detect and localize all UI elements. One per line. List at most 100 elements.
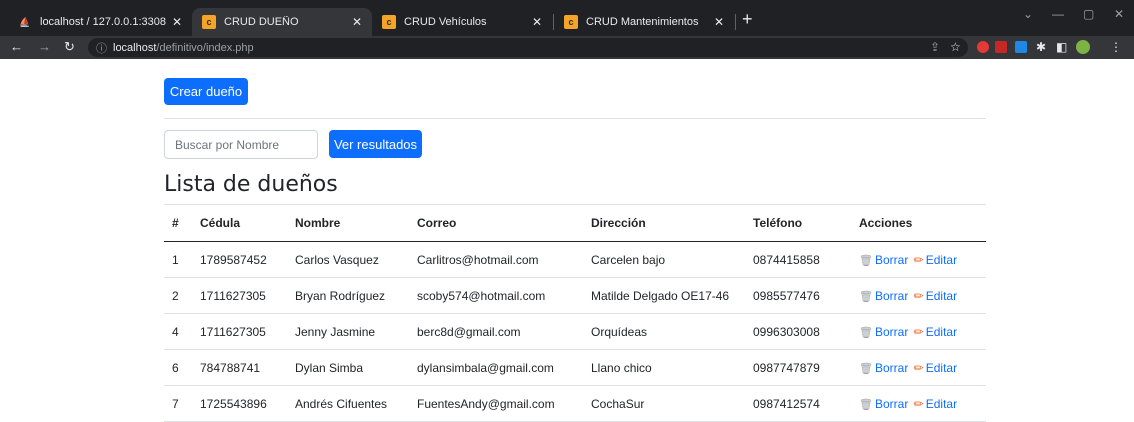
- profile-avatar-icon[interactable]: [1076, 40, 1090, 54]
- delete-label: Borrar: [874, 324, 909, 339]
- address-bar[interactable]: ⓘ localhost/definitivo/index.php: [88, 38, 968, 57]
- extension-red-icon[interactable]: [977, 41, 989, 53]
- cell-cedula: 1725543896: [192, 385, 287, 422]
- delete-link[interactable]: 🗑 Borrar: [859, 361, 908, 375]
- cell-correo: dylansimbala@gmail.com: [409, 349, 583, 386]
- close-window-icon[interactable]: ✕: [1114, 7, 1124, 21]
- edit-link[interactable]: ✏ Editar: [912, 397, 957, 411]
- create-owner-button[interactable]: Crear dueño: [164, 78, 248, 105]
- cell-telefono: 0985577476: [745, 277, 851, 314]
- cell-actions: 🗑 Borrar ✏ Editar: [851, 277, 986, 314]
- extension-blue-icon[interactable]: [1015, 41, 1027, 53]
- cell-cedula: 784788741: [192, 349, 287, 386]
- cell-direccion: Orquídeas: [583, 313, 745, 350]
- cell-direccion: CochaSur: [583, 385, 745, 422]
- divider: [164, 118, 986, 119]
- cell-number: 7: [164, 385, 192, 422]
- cell-telefono: 0987412574: [745, 385, 851, 422]
- page-title: Lista de dueños: [164, 172, 338, 197]
- edit-label: Editar: [925, 396, 958, 411]
- cell-cedula: 1711627305: [192, 277, 287, 314]
- table-row: 4 1711627305 Jenny Jasmine berc8d@gmail.…: [164, 313, 986, 350]
- bookmark-star-icon[interactable]: ☆: [950, 39, 961, 55]
- cell-correo: berc8d@gmail.com: [409, 313, 583, 350]
- header-telefono: Teléfono: [745, 204, 851, 242]
- pencil-icon: ✏: [913, 324, 924, 339]
- header-nombre: Nombre: [287, 204, 409, 242]
- url-host: localhost: [113, 41, 157, 54]
- extension-todoist-icon[interactable]: [995, 41, 1007, 53]
- cell-telefono: 0874415858: [745, 241, 851, 278]
- cell-actions: 🗑 Borrar ✏ Editar: [851, 385, 986, 422]
- tab-title: CRUD DUEÑO: [224, 16, 299, 28]
- table-row: 6 784788741 Dylan Simba dylansimbala@gma…: [164, 349, 986, 386]
- tab-crud-dueno[interactable]: c CRUD DUEÑO ✕: [192, 8, 372, 36]
- delete-link[interactable]: 🗑 Borrar: [859, 289, 908, 303]
- table-header-row: # Cédula Nombre Correo Dirección Teléfon…: [164, 204, 986, 242]
- maximize-icon[interactable]: ▢: [1083, 7, 1094, 21]
- cell-number: 4: [164, 313, 192, 350]
- info-icon[interactable]: ⓘ: [96, 40, 107, 56]
- delete-label: Borrar: [874, 396, 909, 411]
- delete-link[interactable]: 🗑 Borrar: [859, 253, 908, 267]
- edit-link[interactable]: ✏ Editar: [912, 361, 957, 375]
- edit-link[interactable]: ✏ Editar: [912, 289, 957, 303]
- crud-icon: c: [564, 15, 578, 29]
- header-direccion: Dirección: [583, 204, 745, 242]
- cell-nombre: Bryan Rodríguez: [287, 277, 409, 314]
- cell-actions: 🗑 Borrar ✏ Editar: [851, 349, 986, 386]
- close-icon[interactable]: ✕: [172, 15, 182, 29]
- new-tab-icon[interactable]: +: [742, 10, 753, 28]
- search-input[interactable]: [164, 130, 318, 159]
- cell-nombre: Carlos Vasquez: [287, 241, 409, 278]
- close-icon[interactable]: ✕: [532, 15, 542, 29]
- edit-label: Editar: [925, 324, 958, 339]
- delete-link[interactable]: 🗑 Borrar: [859, 325, 908, 339]
- tab-crud-vehiculos[interactable]: c CRUD Vehículos ✕: [372, 8, 552, 36]
- trash-icon: 🗑: [859, 398, 873, 411]
- tab-phpmyadmin[interactable]: ⛵ localhost / 127.0.0.1:3308 | phpMy ✕: [8, 8, 192, 36]
- back-icon[interactable]: ←: [10, 39, 23, 55]
- trash-icon: 🗑: [859, 362, 873, 375]
- cell-telefono: 0996303008: [745, 313, 851, 350]
- delete-label: Borrar: [874, 252, 909, 267]
- cell-telefono: 0987747879: [745, 349, 851, 386]
- cell-cedula: 1711627305: [192, 313, 287, 350]
- pencil-icon: ✏: [913, 360, 924, 375]
- minimize-icon[interactable]: —: [1052, 7, 1064, 21]
- delete-link[interactable]: 🗑 Borrar: [859, 397, 908, 411]
- tab-title: CRUD Vehículos: [404, 16, 487, 28]
- side-panel-icon[interactable]: ◧: [1056, 39, 1067, 55]
- cell-direccion: Matilde Delgado OE17-46: [583, 277, 745, 314]
- edit-link[interactable]: ✏ Editar: [912, 325, 957, 339]
- close-icon[interactable]: ✕: [352, 15, 362, 29]
- crud-icon: c: [382, 15, 396, 29]
- cell-direccion: Carcelen bajo: [583, 241, 745, 278]
- pencil-icon: ✏: [913, 288, 924, 303]
- delete-label: Borrar: [874, 288, 909, 303]
- header-correo: Correo: [409, 204, 583, 242]
- view-results-button[interactable]: Ver resultados: [329, 130, 422, 158]
- menu-kebab-icon[interactable]: ⋮: [1110, 39, 1122, 55]
- url-path: /definitivo/index.php: [156, 41, 254, 54]
- delete-label: Borrar: [874, 360, 909, 375]
- header-acciones: Acciones: [851, 204, 986, 242]
- cell-nombre: Dylan Simba: [287, 349, 409, 386]
- browser-tab-strip: ⛵ localhost / 127.0.0.1:3308 | phpMy ✕ c…: [0, 0, 1134, 36]
- close-icon[interactable]: ✕: [714, 15, 724, 29]
- tab-crud-mantenimientos[interactable]: c CRUD Mantenimientos ✕: [554, 8, 734, 36]
- reload-icon[interactable]: ↻: [64, 39, 75, 55]
- cell-correo: FuentesAndy@gmail.com: [409, 385, 583, 422]
- cell-cedula: 1789587452: [192, 241, 287, 278]
- tab-separator: [735, 14, 736, 30]
- pencil-icon: ✏: [913, 396, 924, 411]
- chevron-down-icon[interactable]: ⌄: [1023, 7, 1033, 21]
- share-icon[interactable]: ⇪: [930, 39, 940, 55]
- cell-number: 1: [164, 241, 192, 278]
- edit-label: Editar: [925, 288, 958, 303]
- cell-actions: 🗑 Borrar ✏ Editar: [851, 313, 986, 350]
- edit-link[interactable]: ✏ Editar: [912, 253, 957, 267]
- forward-icon[interactable]: →: [38, 39, 51, 55]
- extensions-puzzle-icon[interactable]: ✱: [1036, 39, 1046, 55]
- browser-toolbar: ← → ↻ ⓘ localhost/definitivo/index.php ⇪…: [0, 36, 1134, 59]
